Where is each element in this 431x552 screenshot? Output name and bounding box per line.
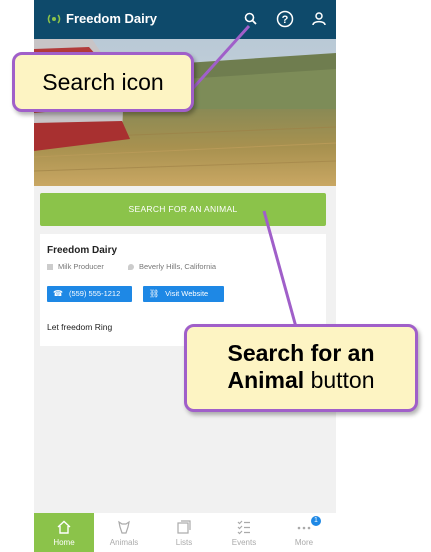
farm-name: Freedom Dairy: [47, 245, 118, 256]
phone-label: (559) 555-1212: [68, 289, 121, 298]
link-icon: ⛓: [149, 289, 160, 298]
farm-type: Milk Producer: [47, 262, 104, 271]
account-icon[interactable]: [309, 9, 329, 29]
nav-events-label: Events: [231, 538, 257, 547]
nav-lists-label: Lists: [175, 538, 193, 547]
home-icon: [57, 520, 71, 534]
farm-location: Beverly Hills, California: [128, 262, 216, 271]
events-icon: [237, 520, 250, 535]
callout-2-line-2: Animal button: [187, 367, 415, 394]
callout-2-bold: Animal: [227, 367, 305, 393]
phone-icon: ☎: [53, 289, 63, 298]
phone-button[interactable]: ☎ (559) 555-1212: [47, 286, 132, 302]
notification-badge: 1: [311, 516, 321, 526]
callout-2-line-1: Search for an: [227, 340, 375, 366]
animal-icon: [118, 520, 130, 534]
search-icon-callout: Search icon: [12, 52, 194, 112]
callout-2-rest: button: [310, 367, 375, 393]
nav-home-label: Home: [53, 538, 75, 547]
bottom-navigation: Home Animals Lists Events More 1: [34, 513, 336, 552]
nav-more-label: More: [294, 538, 314, 547]
nav-events[interactable]: Events: [214, 513, 274, 552]
help-icon[interactable]: ?: [275, 9, 295, 29]
search-animal-button[interactable]: SEARCH FOR AN ANIMAL: [40, 193, 326, 226]
website-label: Visit Website: [165, 289, 209, 298]
tag-icon: [47, 264, 53, 271]
farm-type-label: Milk Producer: [58, 262, 104, 271]
svg-text:?: ?: [282, 14, 289, 26]
nav-home[interactable]: Home: [34, 513, 94, 552]
visit-website-button[interactable]: ⛓ Visit Website: [143, 286, 224, 302]
top-app-bar: Freedom Dairy ?: [34, 0, 336, 39]
farm-motto: Let freedom Ring: [47, 322, 113, 332]
app-title: Freedom Dairy: [66, 11, 158, 26]
nav-lists[interactable]: Lists: [154, 513, 214, 552]
location-pin-icon: [128, 264, 134, 271]
nav-more[interactable]: More 1: [274, 513, 334, 552]
nav-animals-label: Animals: [109, 538, 139, 547]
search-animal-callout: Search for an Animal button: [184, 324, 418, 412]
broadcast-icon: [47, 14, 61, 24]
nav-animals[interactable]: Animals: [94, 513, 154, 552]
search-icon[interactable]: [241, 9, 261, 29]
farm-location-label: Beverly Hills, California: [139, 262, 217, 271]
more-icon: [297, 526, 311, 530]
lists-icon: [177, 520, 191, 534]
